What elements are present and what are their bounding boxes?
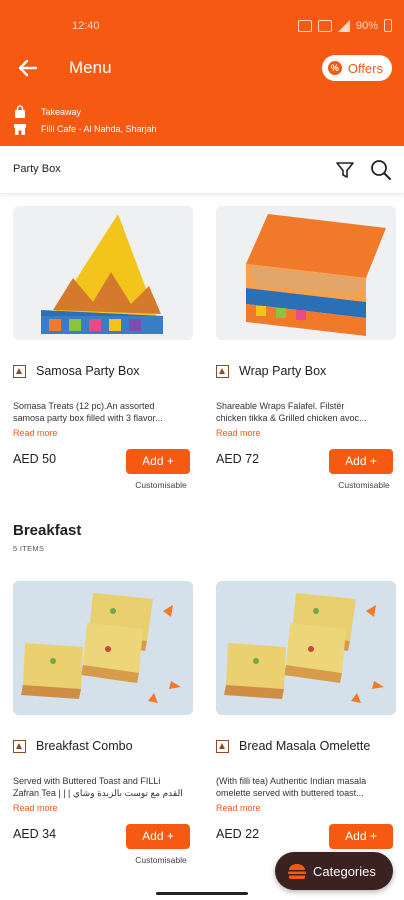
section-item-count: 5 ITEMS: [13, 544, 45, 553]
item-name: Breakfast Combo: [36, 739, 133, 753]
takeaway-bag-icon: [15, 105, 25, 118]
item-description: Shareable Wraps Falafel. Filstër chicken…: [216, 400, 394, 424]
customisable-note: Customisable: [135, 480, 187, 490]
samosa-box-illustration: [13, 206, 193, 340]
menu-item-card[interactable]: Breakfast Combo Served with Buttered Toa…: [13, 581, 193, 865]
status-time: 12:40: [72, 20, 100, 32]
search-icon[interactable]: [369, 158, 393, 182]
read-more-link[interactable]: Read more: [13, 428, 58, 438]
veg-indicator-icon: [216, 364, 229, 378]
add-button[interactable]: Add +: [329, 449, 393, 474]
item-image[interactable]: [13, 206, 193, 340]
app-bar: Menu % Offers: [0, 40, 404, 96]
back-button[interactable]: [14, 54, 42, 82]
network-4g-icon: [297, 19, 312, 32]
item-description: Somasa Treats (12 pc).An assorted samosa…: [13, 400, 191, 424]
order-info-bar[interactable]: Takeaway Filli Cafe - Al Nahda, Sharjah: [0, 96, 404, 146]
item-name: Bread Masala Omelette: [239, 739, 371, 753]
veg-indicator-icon: [13, 739, 26, 753]
offers-button[interactable]: % Offers: [321, 55, 392, 81]
gesture-nav-handle[interactable]: [156, 892, 248, 895]
category-header: Party Box: [0, 146, 404, 194]
battery-percent: 90%: [355, 19, 378, 32]
categories-label: Categories: [313, 863, 376, 879]
add-button[interactable]: Add +: [126, 449, 190, 474]
wrap-box-illustration: [216, 206, 396, 340]
menu-item-card[interactable]: Bread Masala Omelette (With filli tea) A…: [216, 581, 396, 849]
bread-omelette-illustration: [216, 581, 396, 715]
current-category-label: Party Box: [13, 163, 61, 175]
burger-icon: [288, 864, 306, 879]
sim-icon: [317, 19, 332, 32]
item-title-row: Breakfast Combo: [13, 739, 133, 753]
read-more-link[interactable]: Read more: [13, 803, 58, 813]
item-image[interactable]: [216, 206, 396, 340]
battery-icon: [384, 19, 392, 32]
item-price: AED 72: [216, 452, 260, 466]
add-button[interactable]: Add +: [126, 824, 190, 849]
breakfast-combo-illustration: [13, 581, 193, 715]
menu-item-card[interactable]: Wrap Party Box Shareable Wraps Falafel. …: [216, 206, 396, 490]
signal-icon: [337, 19, 350, 32]
section-title: Breakfast: [13, 522, 82, 539]
item-description: (With filli tea) Authentic Indian masala…: [216, 775, 394, 799]
categories-button[interactable]: Categories: [275, 852, 393, 890]
status-icons: 90%: [297, 19, 392, 32]
item-image[interactable]: [216, 581, 396, 715]
item-description-line: samosa party box filled with 3 flavor...: [13, 413, 163, 423]
item-title-row: Bread Masala Omelette: [216, 739, 370, 753]
offers-label: Offers: [347, 60, 383, 76]
store-icon: [14, 124, 26, 135]
customisable-note: Customisable: [338, 480, 390, 490]
customisable-note: Customisable: [135, 855, 187, 865]
page-title: Menu: [69, 58, 112, 77]
filter-icon[interactable]: [334, 159, 356, 181]
item-description-line: Served with Buttered Toast and FILLi: [13, 776, 161, 786]
read-more-link[interactable]: Read more: [216, 803, 261, 813]
item-price: AED 34: [13, 827, 57, 841]
item-description-line: Shareable Wraps Falafel. Filstër: [216, 401, 345, 411]
order-mode: Takeaway: [41, 107, 82, 117]
item-description-line: (With filli tea) Authentic Indian masala: [216, 776, 367, 786]
item-description: Served with Buttered Toast and FILLi Zaf…: [13, 775, 191, 799]
item-image[interactable]: [13, 581, 193, 715]
add-button[interactable]: Add +: [329, 824, 393, 849]
item-name: Samosa Party Box: [36, 364, 140, 378]
item-name: Wrap Party Box: [239, 364, 327, 378]
item-description-line: Somasa Treats (12 pc).An assorted: [13, 401, 155, 411]
item-description-line: Zafran Tea | | | القدم مع توست بالزبدة و…: [13, 788, 183, 798]
read-more-link[interactable]: Read more: [216, 428, 261, 438]
menu-item-card[interactable]: Samosa Party Box Somasa Treats (12 pc).A…: [13, 206, 193, 490]
veg-indicator-icon: [216, 739, 229, 753]
veg-indicator-icon: [13, 364, 26, 378]
item-title-row: Wrap Party Box: [216, 364, 326, 378]
item-price: AED 50: [13, 452, 57, 466]
status-bar: 12:40 90%: [0, 0, 404, 40]
item-price: AED 22: [216, 827, 260, 841]
item-title-row: Samosa Party Box: [13, 364, 140, 378]
restaurant-name: Filli Cafe - Al Nahda, Sharjah: [41, 124, 157, 134]
back-arrow-icon: [18, 59, 38, 77]
item-description-line: chicken tikka & Grilled chicken avoc...: [216, 413, 367, 423]
item-description-line: omelette served with buttered toast...: [216, 788, 364, 798]
discount-icon: %: [327, 61, 342, 75]
